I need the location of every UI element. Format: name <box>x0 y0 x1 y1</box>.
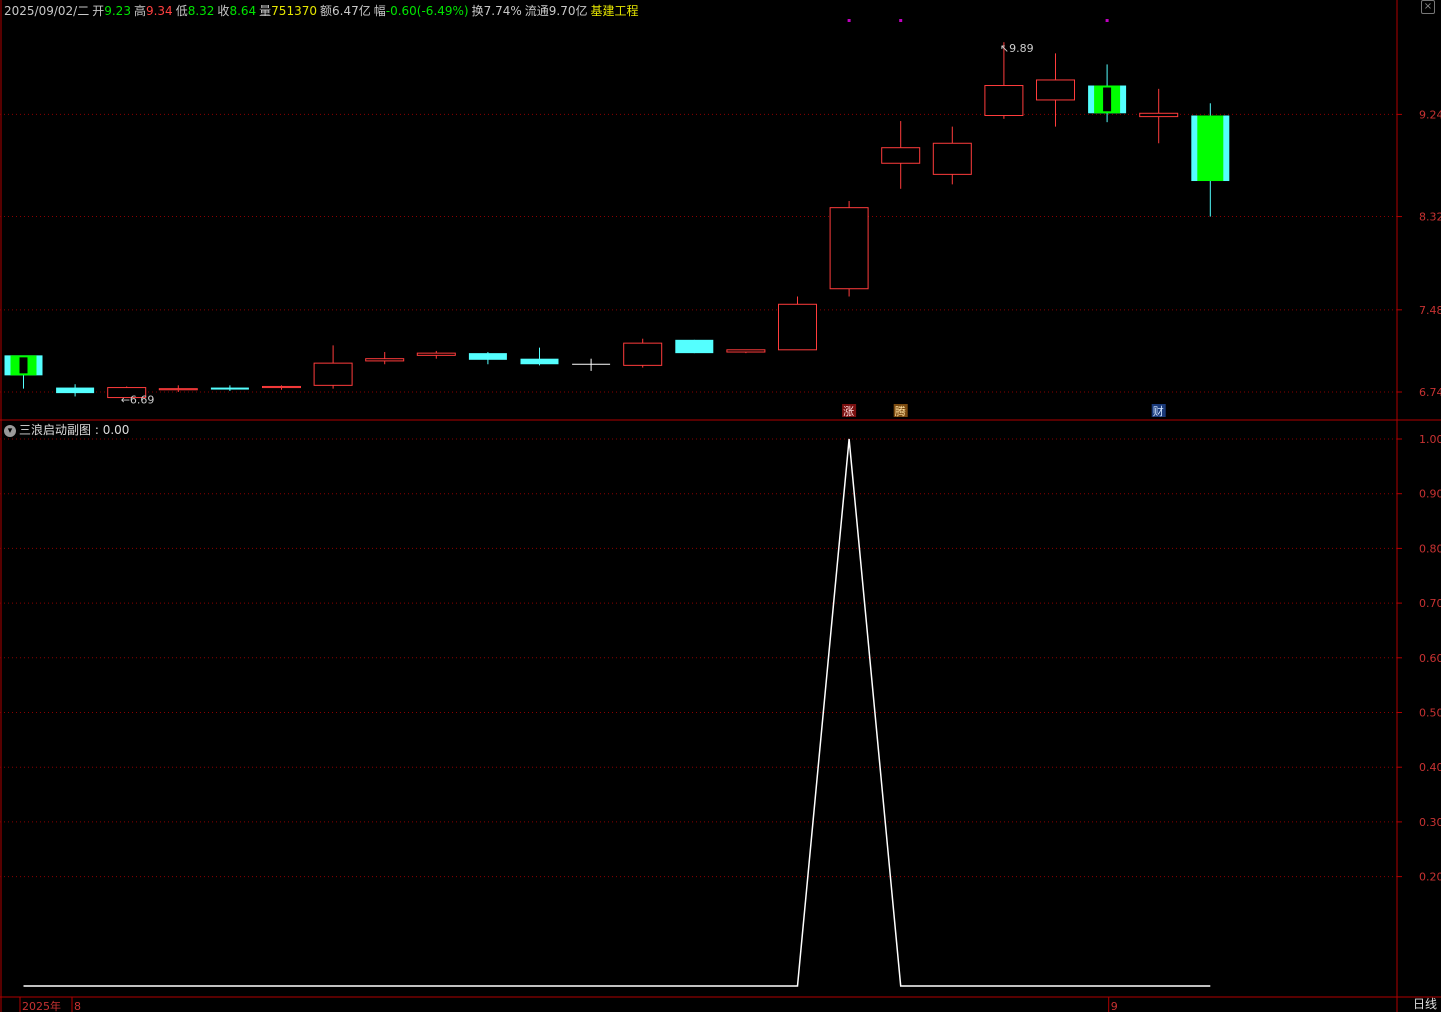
signal-badge-text: 财 <box>1153 404 1164 418</box>
low-annotation: ←6.69 <box>121 394 155 407</box>
sub-y-tick-label: 0.40 <box>1419 761 1441 774</box>
sub-y-tick-label: 0.50 <box>1419 707 1441 720</box>
timeframe-label[interactable]: 日线 <box>1413 995 1437 1012</box>
amount-value: 6.47亿 <box>332 4 371 18</box>
sub-chart-value: 0.00 <box>102 423 130 437</box>
x-tick-label: 8 <box>74 1000 81 1012</box>
candle-body-up[interactable] <box>932 142 972 175</box>
signal-marker <box>847 19 851 22</box>
close-value: 8.64 <box>229 4 257 18</box>
sub-chart-title[interactable]: ▾ 三浪启动副图 : 0.00 <box>4 421 129 438</box>
kline-chart[interactable]: 9.24 8.32 7.48 6.74 ←6.69 ↖9.89 涨 腾 财 1.00 0.90 0.8… <box>0 0 1441 1012</box>
close-icon[interactable]: × <box>1421 0 1435 14</box>
candle-body-up[interactable] <box>158 388 198 391</box>
candle-body-up[interactable] <box>1139 112 1179 118</box>
main-y-tick-label: 8.32 <box>1419 211 1441 224</box>
signal-marker <box>1105 19 1109 22</box>
candle-body-up[interactable] <box>984 85 1024 116</box>
candle-body-up[interactable] <box>623 342 663 366</box>
candle-body-down-core[interactable] <box>1103 87 1112 112</box>
candle-body-up[interactable] <box>416 352 456 356</box>
low-value: 8.32 <box>187 4 215 18</box>
chevron-down-icon[interactable]: ▾ <box>4 424 16 437</box>
high-annotation: ↖9.89 <box>1000 42 1034 55</box>
high-value: 9.34 <box>145 4 173 18</box>
candle-body-up[interactable] <box>262 385 301 389</box>
main-y-tick-label: 7.48 <box>1419 304 1441 317</box>
float-value: 9.70亿 <box>548 4 588 18</box>
date-label: 2025/09/02/二 <box>4 4 90 18</box>
float-label: 流通 <box>524 4 549 18</box>
signal-badge-text: 腾 <box>895 404 906 418</box>
x-tick-label: 2025年 <box>22 999 61 1012</box>
candle-body-up[interactable] <box>829 207 869 290</box>
candle-body-down[interactable] <box>56 387 95 394</box>
sub-chart-name: 三浪启动副图 <box>19 423 92 437</box>
candle-body-up[interactable] <box>726 349 766 353</box>
change-label: 幅 <box>373 4 386 18</box>
candle-body-up[interactable] <box>313 362 353 386</box>
change-value: -0.60(-6.49%) <box>385 4 469 18</box>
volume-value: 751370 <box>271 4 317 18</box>
signal-badge-text: 涨 <box>843 405 854 418</box>
sub-y-tick-label: 0.70 <box>1419 597 1441 610</box>
candle-body-up[interactable] <box>365 358 405 362</box>
open-value: 9.23 <box>104 4 131 18</box>
candle-body-down-core[interactable] <box>19 357 28 374</box>
main-y-tick-label: 6.74 <box>1419 386 1441 399</box>
sub-y-tick-label: 0.20 <box>1419 871 1441 884</box>
sub-y-tick-label: 0.60 <box>1419 652 1441 665</box>
candle-body-down-inner[interactable] <box>1197 115 1224 182</box>
x-tick-label: 9 <box>1111 1000 1118 1012</box>
sub-y-tick-label: 0.90 <box>1419 488 1441 501</box>
close-label: 收 <box>217 4 230 18</box>
candle-body-down[interactable] <box>468 353 507 360</box>
info-bar: 2025/09/02/二 开9.23 高9.34 低8.32 收8.64 量751370 额… <box>4 2 642 19</box>
sector-label[interactable]: 基建工程 <box>591 4 639 18</box>
volume-label: 量 <box>259 4 272 18</box>
candle-body-up[interactable] <box>881 147 921 164</box>
candle-body-up[interactable] <box>1036 79 1075 101</box>
amount-label: 额 <box>319 4 332 18</box>
low-label: 低 <box>175 4 188 18</box>
signal-marker <box>899 19 903 22</box>
turnover-label: 换 <box>471 4 484 18</box>
main-y-tick-label: 9.24 <box>1419 108 1441 121</box>
sub-y-tick-label: 1.00 <box>1419 433 1441 446</box>
sub-y-tick-label: 0.80 <box>1419 542 1441 555</box>
candle-body-down[interactable] <box>210 387 249 390</box>
sub-y-tick-label: 0.30 <box>1419 816 1441 829</box>
turnover-value: 7.74% <box>483 4 522 18</box>
open-label: 开 <box>92 4 105 18</box>
candle-body-down[interactable] <box>520 358 559 365</box>
candle-body-down[interactable] <box>675 339 714 354</box>
candle-body-up[interactable] <box>778 303 817 351</box>
high-label: 高 <box>133 4 146 18</box>
